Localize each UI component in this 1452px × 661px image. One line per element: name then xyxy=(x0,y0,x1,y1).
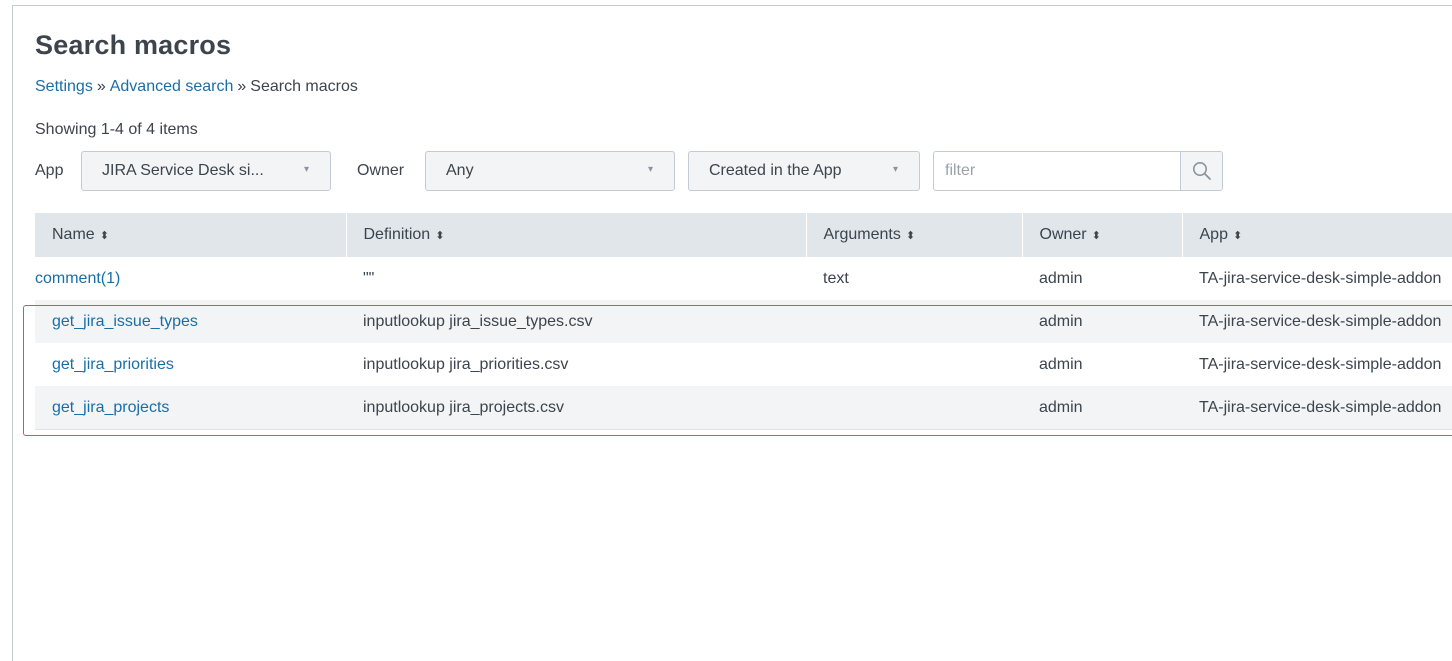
macro-definition: inputlookup jira_issue_types.csv xyxy=(346,300,806,343)
sort-icon: ⬍ xyxy=(99,230,109,242)
search-input[interactable] xyxy=(934,152,1182,190)
table-row: get_jira_issue_types inputlookup jira_is… xyxy=(35,300,1452,343)
breadcrumb: Settings» Advanced search» Search macros xyxy=(35,78,358,96)
column-header-app[interactable]: App ⬍ xyxy=(1182,213,1452,257)
chevron-down-icon: ▾ xyxy=(893,164,899,175)
macro-app: TA-jira-service-desk-simple-addon xyxy=(1199,269,1442,287)
macro-app: TA-jira-service-desk-simple-addon xyxy=(1199,355,1442,373)
owner-filter-value: Any xyxy=(446,162,474,179)
macro-arguments xyxy=(806,343,1022,386)
macro-definition: inputlookup jira_projects.csv xyxy=(346,386,806,430)
macro-definition: "" xyxy=(363,269,375,287)
column-header-owner[interactable]: Owner ⬍ xyxy=(1022,213,1183,257)
macro-app: TA-jira-service-desk-simple-addon xyxy=(1182,386,1452,430)
app-filter-value: JIRA Service Desk si... xyxy=(102,162,264,179)
search-icon xyxy=(1193,162,1211,180)
table-row: comment(1) "" text admin TA-jira-service… xyxy=(35,257,1452,300)
macro-name-link[interactable]: get_jira_priorities xyxy=(52,356,174,373)
column-header-definition[interactable]: Definition ⬍ xyxy=(346,213,807,257)
app-filter-label: App xyxy=(35,162,64,179)
search-filter xyxy=(933,151,1223,191)
sort-icon: ⬍ xyxy=(1091,230,1101,242)
breadcrumb-advanced-search-link[interactable]: Advanced search xyxy=(110,78,234,95)
visibility-filter-dropdown[interactable]: Created in the App ▾ xyxy=(688,151,920,191)
breadcrumb-separator: » xyxy=(96,78,106,95)
macros-table: Name ⬍ Definition ⬍ Arguments ⬍ Owner ⬍ App ⬍… xyxy=(35,213,1452,430)
macro-owner: admin xyxy=(1022,300,1182,343)
search-button[interactable] xyxy=(1180,152,1222,190)
chevron-down-icon: ▾ xyxy=(304,164,310,175)
owner-filter-label: Owner xyxy=(357,162,405,179)
macro-arguments: text xyxy=(823,269,849,287)
app-filter-dropdown[interactable]: JIRA Service Desk si... ▾ xyxy=(81,151,331,191)
macro-name-link[interactable]: get_jira_issue_types xyxy=(52,313,198,330)
table-row: get_jira_priorities inputlookup jira_pri… xyxy=(35,343,1452,386)
macro-owner: admin xyxy=(1039,269,1083,287)
page-title: Search macros xyxy=(35,30,232,60)
sort-icon: ⬍ xyxy=(435,230,445,242)
macro-name-link[interactable]: comment(1) xyxy=(35,270,120,287)
table-row: get_jira_projects inputlookup jira_proje… xyxy=(35,386,1452,430)
macro-arguments xyxy=(806,386,1022,430)
sort-icon: ⬍ xyxy=(905,230,916,242)
chevron-down-icon: ▾ xyxy=(648,164,654,175)
macro-name-link[interactable]: get_jira_projects xyxy=(52,399,169,416)
table-header-row: Name ⬍ Definition ⬍ Arguments ⬍ Owner ⬍ App ⬍ xyxy=(35,213,1452,257)
item-count: Showing 1-4 of 4 items xyxy=(35,121,198,138)
breadcrumb-separator: » xyxy=(237,78,247,95)
macro-owner: admin xyxy=(1022,386,1182,430)
macro-owner: admin xyxy=(1039,355,1083,373)
owner-filter-dropdown[interactable]: Any ▾ xyxy=(425,151,675,191)
breadcrumb-current: Search macros xyxy=(250,78,358,95)
macro-arguments xyxy=(806,300,1022,343)
macro-definition: inputlookup jira_priorities.csv xyxy=(363,355,569,373)
macro-app: TA-jira-service-desk-simple-addon xyxy=(1182,300,1452,343)
column-header-name[interactable]: Name ⬍ xyxy=(35,213,347,257)
sort-icon: ⬍ xyxy=(1232,230,1243,242)
column-header-arguments[interactable]: Arguments ⬍ xyxy=(806,213,1023,257)
breadcrumb-settings-link[interactable]: Settings xyxy=(35,78,93,95)
visibility-filter-value: Created in the App xyxy=(709,162,842,179)
